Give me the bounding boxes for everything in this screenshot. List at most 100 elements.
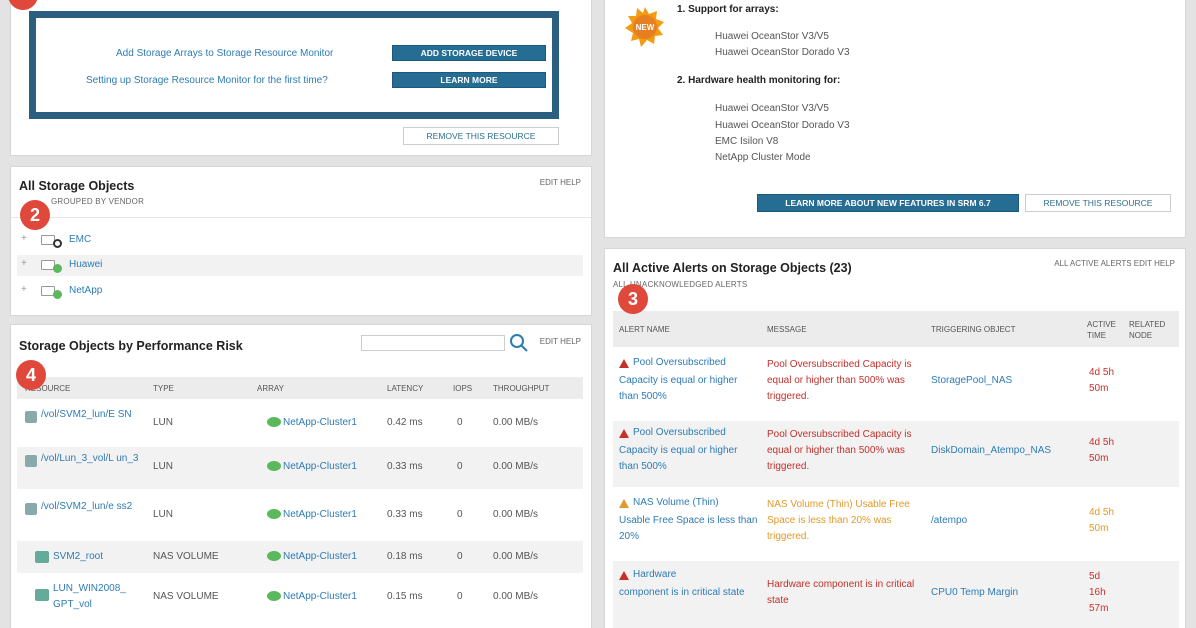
active-time: 4d 5h 50m	[1089, 367, 1115, 394]
col-alert-name[interactable]: ALERT NAME	[619, 325, 670, 334]
alert-row: Hardware component is in critical state …	[613, 565, 1179, 628]
getting-started-panel: Add Storage Arrays to Storage Resource M…	[10, 0, 592, 156]
resource-link[interactable]: SVM2_root	[53, 549, 103, 565]
table-row: LUN_WIN2008_ GPT_vol NAS VOLUME NetApp-C…	[17, 577, 583, 619]
all-storage-subtitle: GROUPED BY VENDOR	[51, 197, 145, 206]
alert-message: Pool Oversubscribed Capacity is equal or…	[767, 429, 912, 472]
vendor-row-emc[interactable]: + EMC	[17, 231, 583, 251]
health-item-3: EMC Isilon V8	[715, 136, 779, 147]
vendor-label-huawei[interactable]: Huawei	[69, 257, 102, 273]
cluster-icon	[267, 551, 281, 561]
vendor-row-huawei[interactable]: + Huawei	[17, 256, 583, 276]
setup-text[interactable]: Setting up Storage Resource Monitor for …	[86, 73, 328, 89]
iops-cell: 0	[457, 551, 463, 562]
alert-desc[interactable]: Usable Free Space is less than 20%	[619, 513, 759, 545]
col-message[interactable]: MESSAGE	[767, 325, 807, 334]
table-row: /vol/SVM2_lun/e ss2 LUN NetApp-Cluster1 …	[17, 495, 583, 537]
all-storage-edit-help[interactable]: EDIT HELP	[540, 178, 581, 187]
alert-row: Pool Oversubscribed Capacity is equal or…	[613, 353, 1179, 417]
alert-desc[interactable]: component is in critical state	[619, 585, 749, 601]
array-link[interactable]: NetApp-Cluster1	[283, 415, 357, 431]
status-unknown-icon	[53, 239, 62, 248]
marker-2-badge: 2	[20, 200, 50, 230]
alerts-links[interactable]: ALL ACTIVE ALERTS EDIT HELP	[1054, 259, 1175, 268]
expand-icon[interactable]: +	[21, 233, 27, 244]
alert-row: Pool Oversubscribed Capacity is equal or…	[613, 423, 1179, 487]
col-array[interactable]: ARRAY	[257, 384, 284, 393]
col-triggering-object[interactable]: TRIGGERING OBJECT	[931, 325, 1015, 334]
latency-cell: 0.33 ms	[387, 461, 423, 472]
cluster-icon	[267, 591, 281, 601]
triggering-object-link[interactable]: DiskDomain_Atempo_NAS	[931, 443, 1051, 459]
learn-more-features-button[interactable]: LEARN MORE ABOUT NEW FEATURES IN SRM 6.7	[757, 194, 1019, 212]
critical-icon	[619, 429, 629, 438]
alert-name-link[interactable]: Pool Oversubscribed	[633, 425, 726, 441]
array-item-2: Huawei OceanStor Dorado V3	[715, 47, 850, 58]
array-link[interactable]: NetApp-Cluster1	[283, 459, 357, 475]
throughput-cell: 0.00 MB/s	[493, 591, 539, 602]
resource-link[interactable]: /vol/SVM2_lun/E SN	[41, 407, 141, 423]
throughput-cell: 0.00 MB/s	[493, 461, 539, 472]
throughput-cell: 0.00 MB/s	[493, 417, 539, 428]
remove-resource-button[interactable]: REMOVE THIS RESOURCE	[403, 127, 559, 145]
health-item-2: Huawei OceanStor Dorado V3	[715, 120, 850, 131]
vendor-row-netapp[interactable]: + NetApp	[17, 282, 583, 302]
health-item-1: Huawei OceanStor V3/V5	[715, 103, 829, 114]
critical-icon	[619, 571, 629, 580]
all-storage-title: All Storage Objects	[19, 179, 135, 193]
vendor-label-netapp[interactable]: NetApp	[69, 283, 102, 299]
learn-more-button[interactable]: LEARN MORE	[392, 72, 546, 88]
triggering-object-link[interactable]: CPU0 Temp Margin	[931, 585, 1018, 601]
expand-icon[interactable]: +	[21, 284, 27, 295]
search-icon[interactable]	[509, 333, 529, 353]
type-cell: NAS VOLUME	[153, 591, 219, 602]
col-type[interactable]: TYPE	[153, 384, 174, 393]
type-cell: LUN	[153, 509, 174, 520]
type-cell: LUN	[153, 461, 174, 472]
remove-whats-new-button[interactable]: REMOVE THIS RESOURCE	[1025, 194, 1171, 212]
active-time: 5d 16h 57m	[1089, 571, 1109, 614]
add-storage-device-button[interactable]: ADD STORAGE DEVICE	[392, 45, 546, 61]
alert-name-link[interactable]: Pool Oversubscribed	[633, 355, 726, 371]
critical-icon	[619, 359, 629, 368]
array-link[interactable]: NetApp-Cluster1	[283, 549, 357, 565]
status-up-icon	[53, 264, 62, 273]
performance-risk-panel: Storage Objects by Performance Risk EDIT…	[10, 324, 592, 628]
new-badge-text: NEW	[636, 23, 655, 32]
col-throughput[interactable]: THROUGHPUT	[493, 384, 549, 393]
resource-link[interactable]: /vol/SVM2_lun/e ss2	[41, 499, 141, 515]
col-active-time[interactable]: ACTIVE TIME	[1087, 319, 1117, 341]
array-link[interactable]: NetApp-Cluster1	[283, 589, 357, 605]
new-starburst-icon: NEW	[625, 7, 665, 47]
alert-name-link[interactable]: NAS Volume (Thin)	[633, 495, 719, 511]
resource-link[interactable]: LUN_WIN2008_ GPT_vol	[53, 581, 143, 613]
col-iops[interactable]: IOPS	[453, 384, 472, 393]
lun-icon	[25, 411, 37, 423]
lun-icon	[25, 503, 37, 515]
table-row: /vol/SVM2_lun/E SN LUN NetApp-Cluster1 0…	[17, 403, 583, 445]
resource-link[interactable]: /vol/Lun_3_vol/L un_3	[41, 451, 141, 467]
alert-name-link[interactable]: Hardware	[633, 567, 676, 583]
triggering-object-link[interactable]: /atempo	[931, 513, 967, 529]
type-cell: NAS VOLUME	[153, 551, 219, 562]
active-time: 4d 5h 50m	[1089, 507, 1115, 534]
triggering-object-link[interactable]: StoragePool_NAS	[931, 373, 1012, 389]
iops-cell: 0	[457, 417, 463, 428]
alerts-title: All Active Alerts on Storage Objects (23…	[613, 261, 852, 275]
alert-desc[interactable]: Capacity is equal or higher than 500%	[619, 373, 759, 405]
col-related-node[interactable]: RELATED NODE	[1129, 319, 1165, 341]
perf-search-input[interactable]	[361, 335, 505, 351]
alert-desc[interactable]: Capacity is equal or higher than 500%	[619, 443, 759, 475]
lun-icon	[25, 455, 37, 467]
table-row: SVM2_root NAS VOLUME NetApp-Cluster1 0.1…	[17, 541, 583, 573]
marker-4-badge: 4	[16, 360, 46, 390]
active-time: 4d 5h 50m	[1089, 437, 1115, 464]
expand-icon[interactable]: +	[21, 258, 27, 269]
array-link[interactable]: NetApp-Cluster1	[283, 507, 357, 523]
volume-icon	[35, 589, 49, 601]
col-latency[interactable]: LATENCY	[387, 384, 423, 393]
cluster-icon	[267, 509, 281, 519]
perf-edit-help[interactable]: EDIT HELP	[540, 337, 581, 346]
add-storage-text[interactable]: Add Storage Arrays to Storage Resource M…	[116, 46, 333, 62]
vendor-label-emc[interactable]: EMC	[69, 232, 91, 248]
